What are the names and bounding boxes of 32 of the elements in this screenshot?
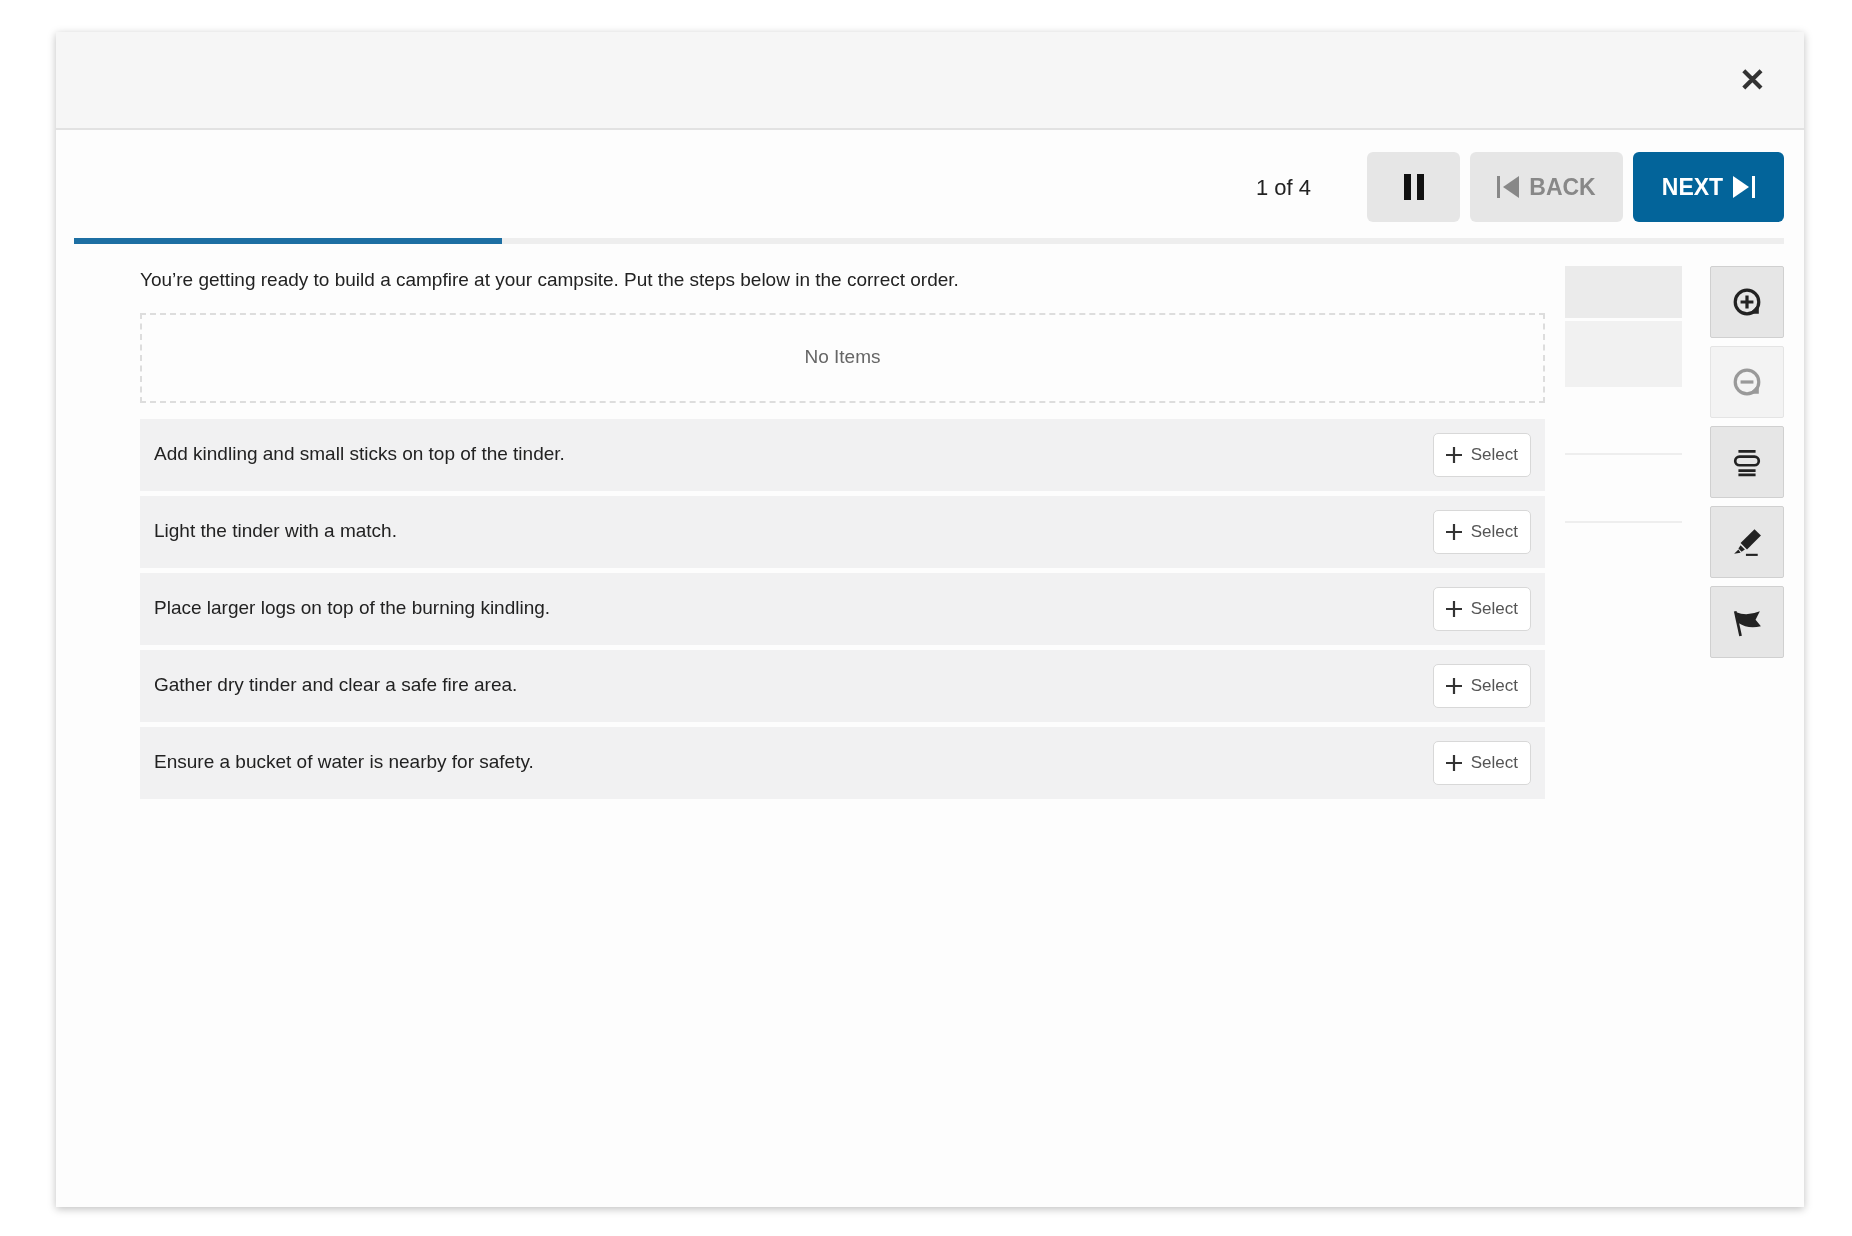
close-button[interactable]: ✕ (1731, 60, 1774, 100)
zoom-in-button[interactable] (1710, 266, 1784, 338)
select-button[interactable]: Select (1432, 740, 1531, 785)
plus-icon (1445, 523, 1462, 540)
flag-button[interactable] (1710, 586, 1784, 658)
select-button[interactable]: Select (1432, 586, 1531, 631)
highlighter-button[interactable] (1710, 506, 1784, 578)
pause-button[interactable] (1367, 152, 1460, 222)
option-text: Gather dry tinder and clear a safe fire area. (154, 673, 518, 698)
question-counter: 1 of 4 (1255, 173, 1311, 202)
select-button[interactable]: Select (1432, 663, 1531, 708)
plus-icon (1445, 446, 1462, 463)
option-text: Ensure a bucket of water is nearby for safety. (154, 750, 534, 775)
plus-icon (1445, 754, 1462, 771)
option-text: Add kindling and small sticks on top of the tinder. (154, 442, 565, 467)
skip-back-icon (1497, 176, 1520, 198)
highlighter-icon (1732, 527, 1762, 557)
pause-icon (1403, 174, 1424, 200)
select-button[interactable]: Select (1432, 509, 1531, 554)
line-reader-button[interactable] (1710, 426, 1784, 498)
skip-forward-icon (1733, 176, 1756, 198)
plus-icon (1445, 677, 1462, 694)
next-button[interactable]: NEXT (1633, 152, 1784, 222)
zoom-out-icon (1732, 367, 1762, 397)
option-text: Place larger logs on top of the burning kindling. (154, 596, 551, 621)
plus-icon (1445, 600, 1462, 617)
line-reader-icon (1732, 447, 1762, 477)
drop-zone[interactable]: No Items (140, 312, 1545, 403)
question-prompt: You’re getting ready to build a campfire at your campsite. Put the steps below in the correct order. (140, 268, 960, 292)
select-button[interactable]: Select (1432, 432, 1531, 477)
zoom-in-icon (1732, 287, 1762, 317)
option-text: Light the tinder with a match. (154, 519, 397, 544)
